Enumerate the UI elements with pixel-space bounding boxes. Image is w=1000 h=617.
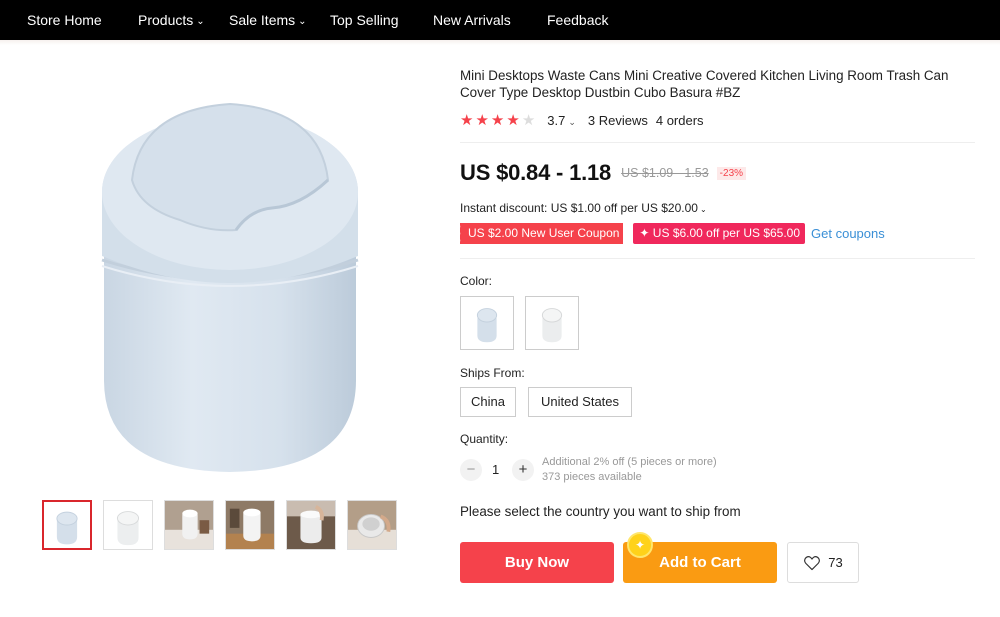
nav-top-selling[interactable]: Top Selling xyxy=(330,12,399,28)
ships-from-united-states[interactable]: United States xyxy=(528,387,632,417)
thumbnail-3[interactable] xyxy=(164,500,214,550)
trash-can-image xyxy=(101,102,359,472)
quantity-increase-button[interactable]: + xyxy=(512,459,534,481)
trash-can-thumb-icon xyxy=(44,502,90,548)
star-filled-icon: ★ xyxy=(490,111,505,129)
lifestyle-photo-icon xyxy=(287,501,335,549)
color-option-white[interactable] xyxy=(525,296,579,350)
divider xyxy=(460,142,975,143)
nav-feedback[interactable]: Feedback xyxy=(547,12,608,28)
instant-discount[interactable]: Instant discount: US $1.00 off per US $2… xyxy=(460,201,707,215)
nav-new-arrivals-label: New Arrivals xyxy=(433,12,511,28)
chevron-down-icon: ⌄ xyxy=(568,116,576,127)
quantity-value[interactable]: 1 xyxy=(492,462,499,477)
chevron-down-icon: ⌄ xyxy=(699,205,707,214)
nav-store-home[interactable]: Store Home xyxy=(27,12,102,28)
thumbnail-4[interactable] xyxy=(225,500,275,550)
ships-from-label: Ships From: xyxy=(460,366,525,380)
coupon-row: US $2.00 New User Coupon ✦ US $6.00 off … xyxy=(456,223,885,244)
price-row: US $0.84 - 1.18 US $1.09 - 1.53 -23% xyxy=(460,160,747,186)
star-rating: ★ ★ ★ ★ ★ xyxy=(460,113,535,128)
promo-sparkle-icon: ✦ xyxy=(627,532,653,558)
star-empty-icon: ★ xyxy=(521,111,536,129)
lifestyle-photo-icon xyxy=(226,501,274,549)
product-title: Mini Desktops Waste Cans Mini Creative C… xyxy=(460,68,949,100)
wishlist-button[interactable]: 73 xyxy=(787,542,859,583)
trash-can-thumb-icon xyxy=(541,308,563,343)
nav-products[interactable]: Products ⌄ xyxy=(138,12,205,30)
thumbnail-6[interactable] xyxy=(347,500,397,550)
reviews-link[interactable]: 3 Reviews xyxy=(588,113,648,128)
discount-badge: -23% xyxy=(716,166,747,180)
thumbnail-5[interactable] xyxy=(286,500,336,550)
star-filled-icon: ★ xyxy=(475,111,489,129)
nav-sale-items-label: Sale Items xyxy=(229,12,296,28)
buy-now-button[interactable]: Buy Now xyxy=(460,542,614,583)
rating-number: 3.7 xyxy=(547,112,566,128)
nav-feedback-label: Feedback xyxy=(547,12,609,28)
get-coupons-link[interactable]: Get coupons xyxy=(811,226,885,241)
thumbnail-2[interactable] xyxy=(103,500,153,550)
nav-store-home-label: Store Home xyxy=(27,12,102,28)
color-label: Color: xyxy=(460,274,493,288)
original-price: US $1.09 - 1.53 xyxy=(621,166,709,180)
chevron-down-icon: ⌄ xyxy=(298,16,307,27)
nav-products-label: Products xyxy=(138,12,194,28)
ships-from-china[interactable]: China xyxy=(460,387,516,417)
nav-sale-items[interactable]: Sale Items ⌄ xyxy=(229,12,307,30)
trash-can-thumb-icon xyxy=(476,308,498,343)
divider xyxy=(460,258,975,259)
trash-can-thumb-icon xyxy=(104,501,152,549)
rating-row: ★ ★ ★ ★ ★ 3.7 ⌄ 3 Reviews 4 orders xyxy=(460,111,704,129)
bulk-discount-note: Additional 2% off (5 pieces or more) xyxy=(542,456,717,468)
lifestyle-photo-icon xyxy=(348,501,396,549)
heart-icon xyxy=(804,555,821,570)
star-filled-icon: ★ xyxy=(460,111,474,129)
lifestyle-photo-icon xyxy=(165,501,213,549)
thumbnail-1[interactable] xyxy=(42,500,92,550)
instant-discount-text: Instant discount: US $1.00 off per US $2… xyxy=(460,201,698,215)
shipping-prompt: Please select the country you want to sh… xyxy=(460,504,741,519)
new-user-coupon[interactable]: US $2.00 New User Coupon xyxy=(456,223,624,244)
nav-new-arrivals[interactable]: New Arrivals xyxy=(433,12,511,28)
orders-count: 4 orders xyxy=(655,112,704,128)
wishlist-count: 73 xyxy=(828,555,843,570)
price: US $0.84 - 1.18 xyxy=(460,160,612,185)
main-product-image[interactable] xyxy=(40,60,420,480)
nav-top-selling-label: Top Selling xyxy=(330,12,399,28)
store-coupon[interactable]: ✦ US $6.00 off per US $65.00 xyxy=(633,223,806,244)
star-filled-icon: ★ xyxy=(506,111,520,129)
top-nav: Store Home Products ⌄ Sale Items ⌄ Top Sel… xyxy=(0,0,1000,40)
quantity-label: Quantity: xyxy=(460,432,509,446)
nav-shadow xyxy=(0,40,1000,45)
pieces-available: 373 pieces available xyxy=(542,471,642,483)
chevron-down-icon: ⌄ xyxy=(196,16,205,27)
rating-value[interactable]: 3.7 ⌄ xyxy=(547,113,576,128)
color-option-light-blue[interactable] xyxy=(460,296,514,350)
quantity-decrease-button[interactable]: − xyxy=(460,459,482,481)
